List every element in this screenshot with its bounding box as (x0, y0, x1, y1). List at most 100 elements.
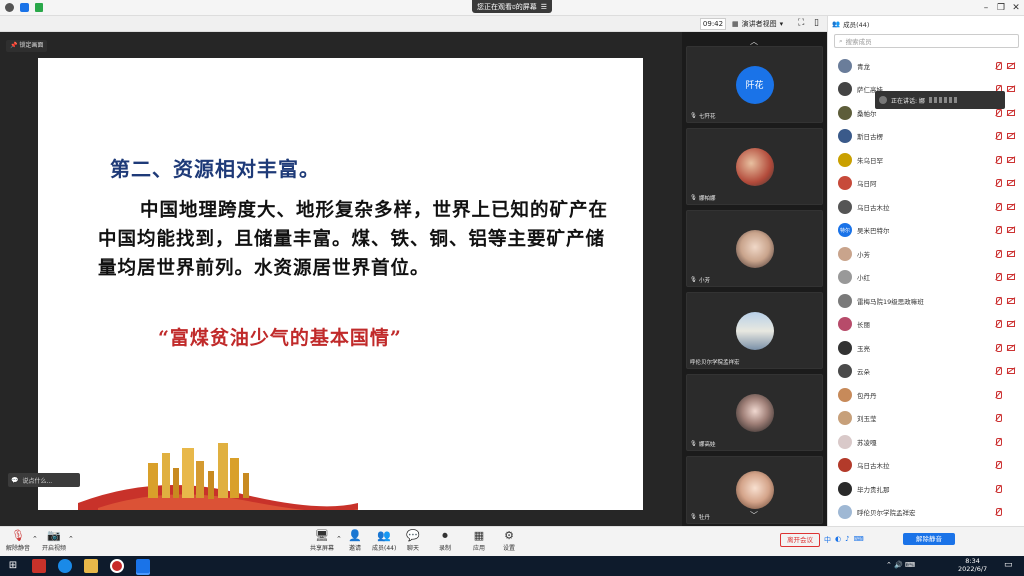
members-button[interactable]: 👥 成员(44) (372, 529, 396, 552)
mic-off-icon[interactable] (995, 202, 1002, 211)
member-row[interactable]: 青龙 (828, 54, 1024, 77)
camera-off-icon[interactable] (1007, 156, 1015, 163)
mic-off-icon[interactable] (995, 484, 1002, 493)
member-row[interactable]: 斯日古楞 (828, 125, 1024, 148)
mic-off-icon[interactable] (995, 249, 1002, 258)
member-row[interactable]: 小红 (828, 266, 1024, 289)
close-icon[interactable]: ✕ (1010, 2, 1022, 14)
member-row[interactable]: 呼伦贝尔学院孟祥宏 (828, 501, 1024, 524)
camera-off-icon[interactable] (1007, 297, 1015, 304)
share-banner[interactable]: 您正在观看ಠ的屏幕 ☰ (472, 0, 552, 13)
sidebar-toggle-icon[interactable]: ▯ (814, 18, 819, 28)
start-video-button[interactable]: 📷 开启视频 (42, 529, 66, 552)
camera-off-icon[interactable] (1007, 62, 1015, 69)
mic-off-icon: 🎙 (690, 277, 697, 283)
mic-off-icon[interactable] (995, 226, 1002, 234)
unmute-button[interactable]: 🎙 解除静音 (6, 529, 30, 552)
member-row[interactable]: 苏凌嘎 (828, 430, 1024, 453)
camera-off-icon[interactable] (1007, 179, 1015, 186)
video-tile[interactable]: 阡花 🎙 七阡花 (686, 46, 823, 123)
video-tile[interactable]: 呼伦贝尔学院孟祥宏 (686, 292, 823, 369)
record-button[interactable]: ⏺ 录制 (438, 529, 452, 552)
member-row[interactable]: 乌日阿 (828, 172, 1024, 195)
invite-button[interactable]: 👤 邀请 (348, 529, 362, 552)
member-search-input[interactable]: ⌕ 搜索成员 (834, 34, 1019, 48)
camera-off-icon[interactable] (1007, 273, 1015, 280)
member-row[interactable]: 小芳 (828, 242, 1024, 265)
lock-screen-button[interactable]: 📌 锁定画面 (6, 40, 48, 52)
fullscreen-icon[interactable]: ⛶ (798, 18, 804, 28)
mic-off-icon[interactable] (995, 414, 1002, 422)
taskbar-clock[interactable]: 8:34 2022/6/7 (958, 557, 987, 573)
keyboard-icon[interactable]: ⌨ (854, 535, 864, 545)
chevron-up-icon[interactable]: ⌃ (336, 535, 342, 543)
mic-off-icon[interactable] (995, 461, 1002, 469)
video-tile[interactable]: 🎙 小芳 (686, 210, 823, 287)
mic-off-icon[interactable] (995, 179, 1002, 187)
menu-icon[interactable]: ☰ (541, 3, 547, 11)
info-icon[interactable] (5, 3, 14, 12)
chevron-up-icon[interactable]: ⌃ (32, 535, 38, 543)
chat-input-box[interactable]: 💬 说点什么... (8, 473, 80, 487)
mic-off-icon[interactable] (995, 296, 1002, 305)
mic-off-icon[interactable] (995, 108, 1002, 117)
camera-off-icon[interactable] (1007, 132, 1015, 139)
folder-icon[interactable] (84, 559, 98, 573)
tray-icons[interactable]: ⌃ 🔊 ⌨ (886, 561, 915, 569)
meeting-app-icon[interactable] (136, 559, 150, 573)
settings-button[interactable]: ⚙ 设置 (502, 529, 516, 552)
member-row[interactable]: 毕力贵扎那 (828, 477, 1024, 500)
camera-off-icon[interactable] (1007, 344, 1015, 351)
mic-icon[interactable]: ♪ (845, 535, 849, 545)
camera-off-icon[interactable] (1007, 226, 1015, 233)
mic-off-icon[interactable] (995, 437, 1002, 446)
member-row[interactable]: 乌日古木拉 (828, 195, 1024, 218)
member-row[interactable]: 朱乌日罕 (828, 148, 1024, 171)
video-tile[interactable]: 🎙 娜高娃 (686, 374, 823, 451)
member-row[interactable]: 特尔 吴米巴特尔 (828, 219, 1024, 242)
member-row[interactable]: 玉亮 (828, 336, 1024, 359)
shield-icon[interactable] (20, 3, 29, 12)
mic-off-icon[interactable] (995, 320, 1002, 328)
restore-icon[interactable]: ❐ (995, 2, 1007, 14)
member-row[interactable]: 雷梅马院19级思政嘛班 (828, 289, 1024, 312)
mic-off-icon[interactable] (995, 508, 1002, 516)
member-row[interactable]: 云朵 (828, 360, 1024, 383)
moon-icon[interactable]: ◐ (835, 535, 841, 545)
mic-off-icon[interactable] (995, 155, 1002, 164)
view-switch-button[interactable]: ▦ 演讲者视图 ▾ (732, 18, 788, 30)
share-screen-button[interactable]: 🖥 共享屏幕 (310, 529, 334, 552)
camera-off-icon[interactable] (1007, 250, 1015, 257)
record-app-icon[interactable] (110, 559, 124, 573)
mic-off-icon[interactable] (995, 273, 1002, 281)
mic-off-icon[interactable] (995, 61, 1002, 70)
wps-icon[interactable] (32, 559, 46, 573)
mic-off-icon[interactable] (995, 132, 1002, 140)
leave-meeting-button[interactable]: 离开会议 (780, 533, 820, 547)
ime-mode[interactable]: 中 (824, 535, 831, 545)
chevron-up-icon[interactable]: ⌃ (68, 535, 74, 543)
camera-off-icon[interactable] (1007, 320, 1015, 327)
notification-icon[interactable]: ▭ (1004, 560, 1013, 570)
chat-icon: 💬 (406, 529, 420, 542)
member-row[interactable]: 包丹丹 (828, 383, 1024, 406)
mic-off-icon[interactable] (995, 390, 1002, 399)
chat-button[interactable]: 💬 聊天 (406, 529, 420, 552)
camera-off-icon[interactable] (1007, 203, 1015, 210)
chevron-down-icon[interactable]: ﹀ (750, 510, 758, 521)
member-row[interactable]: 刘玉莹 (828, 407, 1024, 430)
record-label: 录制 (438, 545, 451, 552)
member-row[interactable]: 乌日古木拉 (828, 454, 1024, 477)
edge-icon[interactable] (58, 559, 72, 573)
apps-button[interactable]: ▦ 应用 (472, 529, 486, 552)
camera-off-icon[interactable] (1007, 367, 1015, 374)
video-tile[interactable]: 🎙 娜帕娜 (686, 128, 823, 205)
minimize-icon[interactable]: – (980, 2, 992, 14)
mic-off-icon[interactable] (995, 367, 1002, 375)
camera-off-icon[interactable] (1007, 85, 1015, 92)
member-row[interactable]: 长丽 (828, 313, 1024, 336)
windows-start-icon[interactable]: ⊞ (6, 559, 20, 573)
camera-off-icon[interactable] (1007, 109, 1015, 116)
unmute-all-button[interactable]: 解除静音 (903, 533, 955, 545)
mic-off-icon[interactable] (995, 343, 1002, 352)
